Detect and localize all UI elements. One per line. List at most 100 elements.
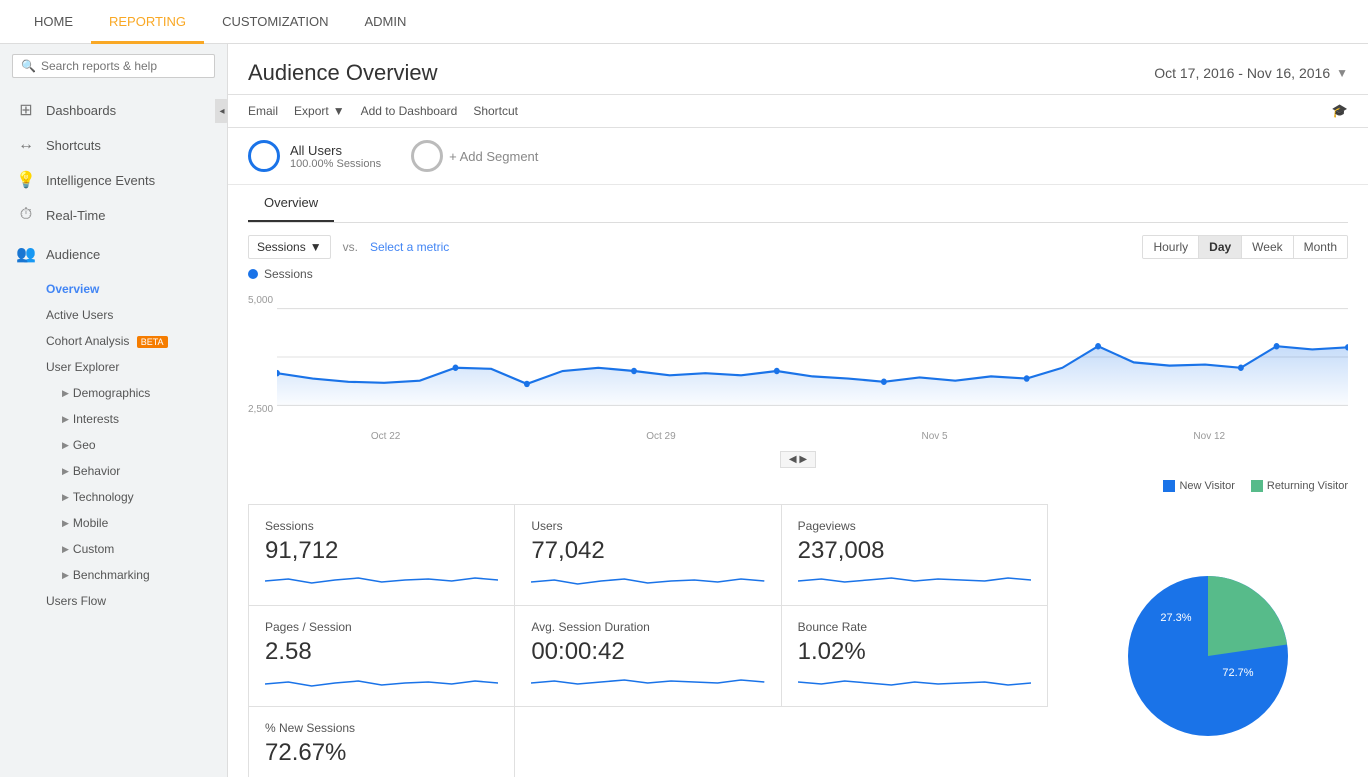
expand-arrow-icon: ▶ xyxy=(62,414,69,425)
sidebar-item-behavior[interactable]: ▶ Behavior xyxy=(30,458,227,484)
page-title: Audience Overview xyxy=(248,60,438,86)
chart-legend: Sessions xyxy=(248,267,1348,281)
expand-arrow-icon: ▶ xyxy=(62,388,69,399)
nav-item-customization[interactable]: CUSTOMIZATION xyxy=(204,0,346,44)
search-input[interactable] xyxy=(41,59,206,73)
stat-sessions-label: Sessions xyxy=(265,519,498,533)
sidebar-item-audience[interactable]: 👥 Audience xyxy=(0,236,227,272)
sidebar-item-geo[interactable]: ▶ Geo xyxy=(30,432,227,458)
add-dashboard-button[interactable]: Add to Dashboard xyxy=(361,104,458,118)
chart-controls: Sessions ▼ vs. Select a metric Hourly Da… xyxy=(248,223,1348,267)
sessions-dropdown[interactable]: Sessions ▼ xyxy=(248,235,331,259)
stat-sessions: Sessions 91,712 xyxy=(249,505,515,606)
x-axis: Oct 22 Oct 29 Nov 5 Nov 12 xyxy=(248,427,1348,442)
segment-area: All Users 100.00% Sessions + Add Segment xyxy=(228,128,1368,185)
sessions-legend-label: Sessions xyxy=(264,267,313,281)
sidebar-item-benchmarking[interactable]: ▶ Benchmarking xyxy=(30,562,227,588)
stat-avg-duration-label: Avg. Session Duration xyxy=(531,620,764,634)
add-segment-button[interactable]: + Add Segment xyxy=(411,140,538,172)
nav-item-home[interactable]: HOME xyxy=(16,0,91,44)
overview-section: Overview Sessions ▼ vs. Select a metric … xyxy=(228,185,1368,468)
sidebar-item-intelligence[interactable]: 💡 Intelligence Events xyxy=(0,162,227,198)
main-content: Audience Overview Oct 17, 2016 - Nov 16,… xyxy=(228,44,1368,777)
expand-arrow-icon: ▶ xyxy=(62,570,69,581)
sidebar-item-overview[interactable]: Overview xyxy=(30,276,227,302)
chart-area: 5,000 2,500 xyxy=(248,287,1348,447)
sparkline-users xyxy=(531,571,764,591)
returning-visitor-label: Returning Visitor xyxy=(1267,480,1348,492)
sidebar-item-demographics[interactable]: ▶ Demographics xyxy=(30,380,227,406)
expand-arrow-icon: ▶ xyxy=(62,466,69,477)
sidebar-toggle[interactable]: ◂ xyxy=(215,99,228,123)
metric-selector: Sessions ▼ vs. Select a metric xyxy=(248,235,449,259)
sidebar-item-custom[interactable]: ▶ Custom xyxy=(30,536,227,562)
sidebar-item-active-users[interactable]: Active Users xyxy=(30,302,227,328)
stat-users: Users 77,042 xyxy=(515,505,781,606)
add-segment-circle xyxy=(411,140,443,172)
search-box[interactable]: 🔍 xyxy=(12,54,215,78)
new-pct-label: 72.7% xyxy=(1222,667,1253,679)
stats-section: Sessions 91,712 Users 77,042 xyxy=(248,504,1048,777)
stats-outer: New Visitor Returning Visitor Sessions xyxy=(228,472,1368,777)
sparkline-pages-session xyxy=(265,672,498,692)
shortcuts-icon: ↔ xyxy=(16,136,36,154)
stat-bounce-rate-value: 1.02% xyxy=(798,638,1031,666)
new-visitor-color xyxy=(1163,480,1175,492)
x-label-oct29: Oct 29 xyxy=(646,431,675,442)
chart-prev-button[interactable]: ◀ ▶ xyxy=(780,451,816,468)
sidebar-item-dashboards[interactable]: ⊞ Dashboards xyxy=(0,92,227,128)
sidebar-item-label: Intelligence Events xyxy=(46,173,155,188)
segment-name: All Users xyxy=(290,143,381,158)
stat-pageviews-value: 237,008 xyxy=(798,537,1031,565)
audience-icon: 👥 xyxy=(16,244,36,264)
sidebar-item-realtime[interactable]: ⏱ Real-Time xyxy=(0,198,227,232)
month-button[interactable]: Month xyxy=(1294,236,1347,258)
new-visitor-legend: New Visitor xyxy=(1163,480,1234,492)
stat-pages-session-value: 2.58 xyxy=(265,638,498,666)
returning-visitor-legend: Returning Visitor xyxy=(1251,480,1348,492)
email-button[interactable]: Email xyxy=(248,104,278,118)
nav-item-reporting[interactable]: REPORTING xyxy=(91,0,204,44)
pie-chart: 72.7% 27.3% xyxy=(1108,556,1308,756)
sidebar-item-technology[interactable]: ▶ Technology xyxy=(30,484,227,510)
date-range[interactable]: Oct 17, 2016 - Nov 16, 2016 ▼ xyxy=(1154,65,1348,81)
sidebar-item-interests[interactable]: ▶ Interests xyxy=(30,406,227,432)
y-label-5000: 5,000 xyxy=(248,295,273,306)
page-header: Audience Overview Oct 17, 2016 - Nov 16,… xyxy=(228,44,1368,95)
x-label-nov12: Nov 12 xyxy=(1193,431,1225,442)
sidebar-item-users-flow[interactable]: Users Flow xyxy=(30,588,227,614)
x-label-oct22: Oct 22 xyxy=(371,431,400,442)
sidebar-item-user-explorer[interactable]: User Explorer xyxy=(30,354,227,380)
sessions-chart xyxy=(277,287,1348,427)
stat-sessions-value: 91,712 xyxy=(265,537,498,565)
stat-pageviews: Pageviews 237,008 xyxy=(782,505,1048,606)
dropdown-arrow-icon: ▼ xyxy=(310,240,322,254)
export-button[interactable]: Export ▼ xyxy=(294,104,345,118)
sidebar-item-mobile[interactable]: ▶ Mobile xyxy=(30,510,227,536)
segment-sessions: 100.00% Sessions xyxy=(290,158,381,170)
hourly-button[interactable]: Hourly xyxy=(1143,236,1199,258)
stat-pages-session: Pages / Session 2.58 xyxy=(249,606,515,707)
day-button[interactable]: Day xyxy=(1199,236,1242,258)
stat-bounce-rate: Bounce Rate 1.02% xyxy=(782,606,1048,707)
search-icon: 🔍 xyxy=(21,59,36,73)
week-button[interactable]: Week xyxy=(1242,236,1293,258)
stat-users-label: Users xyxy=(531,519,764,533)
sidebar-item-label: Shortcuts xyxy=(46,138,101,153)
sidebar: ◂ 🔍 ⊞ Dashboards ↔ Shortcuts 💡 Intellige… xyxy=(0,44,228,777)
top-navigation: HOME REPORTING CUSTOMIZATION ADMIN xyxy=(0,0,1368,44)
pie-legend: New Visitor Returning Visitor xyxy=(1163,480,1348,492)
nav-item-admin[interactable]: ADMIN xyxy=(346,0,424,44)
time-period-buttons: Hourly Day Week Month xyxy=(1142,235,1348,259)
beta-badge: BETA xyxy=(137,336,168,348)
stats-pie-row: Sessions 91,712 Users 77,042 xyxy=(248,504,1348,777)
date-range-text: Oct 17, 2016 - Nov 16, 2016 xyxy=(1154,65,1330,81)
sparkline-sessions xyxy=(265,571,498,591)
sparkline-pageviews xyxy=(798,571,1031,591)
sidebar-item-shortcuts[interactable]: ↔ Shortcuts xyxy=(0,128,227,162)
select-metric-link[interactable]: Select a metric xyxy=(370,240,449,254)
tab-overview[interactable]: Overview xyxy=(248,185,334,222)
sidebar-item-cohort[interactable]: Cohort Analysis BETA xyxy=(30,328,227,354)
sidebar-item-label: Audience xyxy=(46,247,100,262)
shortcut-button[interactable]: Shortcut xyxy=(473,104,518,118)
